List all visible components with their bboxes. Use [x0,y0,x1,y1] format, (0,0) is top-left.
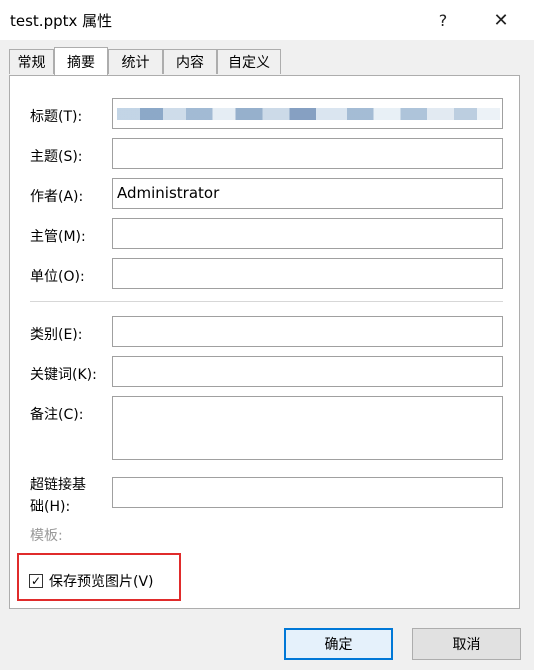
subject-label: 主题(S): [30,149,83,165]
title-value-redacted [117,108,500,120]
title-field[interactable] [112,98,503,129]
hyperlink-base-label-line1: 超链接基 [30,477,86,493]
tab-custom[interactable]: 自定义 [217,49,281,74]
save-preview-option[interactable]: ✓ 保存预览图片(V) [29,571,154,591]
tab-summary[interactable]: 摘要 [54,47,108,75]
help-button[interactable]: ? [420,0,466,40]
keywords-field[interactable] [112,356,503,387]
subject-field[interactable] [112,138,503,169]
hyperlink-base-label-line2: 础(H): [30,499,71,515]
tab-statistics[interactable]: 统计 [108,49,163,74]
company-label: 单位(O): [30,269,85,285]
divider [30,301,503,302]
manager-field[interactable] [112,218,503,249]
save-preview-label: 保存预览图片(V) [49,574,154,590]
company-field[interactable] [112,258,503,289]
title-label: 标题(T): [30,109,83,125]
hyperlink-base-field[interactable] [112,477,503,508]
author-label: 作者(A): [30,189,84,205]
tab-contents[interactable]: 内容 [163,49,217,74]
comments-label: 备注(C): [30,407,84,423]
comments-field[interactable] [112,396,503,460]
author-field[interactable]: Administrator [112,178,503,209]
cancel-button[interactable]: 取消 [412,628,521,660]
close-button[interactable]: ✕ [478,0,524,40]
window-title: test.pptx 属性 [10,12,113,30]
keywords-label: 关键词(K): [30,367,97,383]
category-label: 类别(E): [30,327,83,343]
category-field[interactable] [112,316,503,347]
summary-panel: 标题(T): 主题(S): 作者(A): Administrator 主管(M)… [9,75,520,609]
template-label: 模板: [30,528,63,544]
manager-label: 主管(M): [30,229,86,245]
tab-general[interactable]: 常规 [9,49,54,74]
ok-button[interactable]: 确定 [284,628,393,660]
save-preview-checkbox[interactable]: ✓ [29,574,43,588]
title-bar: test.pptx 属性 ? ✕ [0,0,534,40]
